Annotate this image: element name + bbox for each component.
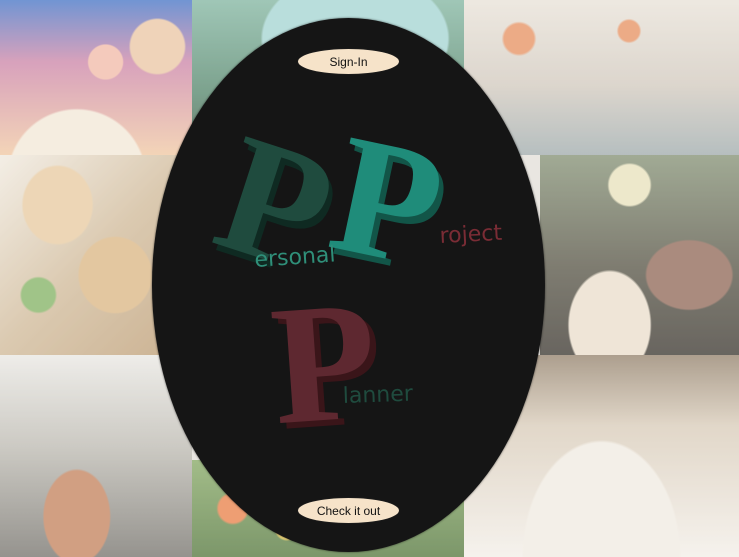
check-it-out-button[interactable]: Check it out bbox=[297, 497, 400, 524]
birthday-party-photo bbox=[0, 0, 192, 155]
birthday-cake-celebration-photo bbox=[540, 155, 739, 355]
logo-letter-planner: P bbox=[266, 265, 383, 460]
industrial-kitchen-photo bbox=[0, 355, 192, 557]
logo-word-project: roject bbox=[439, 221, 503, 249]
ppp-logo-graphic: P P P P P P ersonal roject lanner bbox=[197, 98, 503, 466]
sign-in-button[interactable]: Sign-In bbox=[297, 48, 400, 75]
logo-word-planner: lanner bbox=[342, 382, 414, 409]
ppp-logo: P P P P P P ersonal roject lanner bbox=[185, 95, 525, 466]
